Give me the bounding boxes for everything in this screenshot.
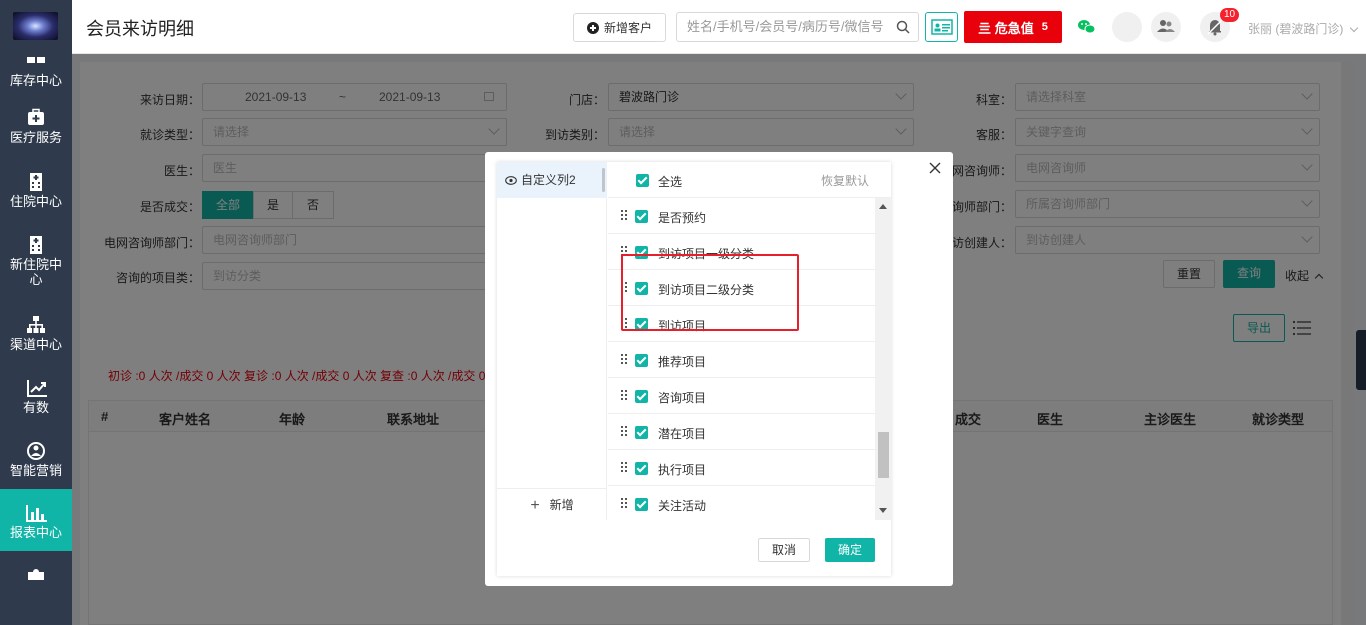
confirm-button[interactable]: 确定 <box>825 538 875 562</box>
dialog-body: 自定义列2 + 新增 全选 恢复默认 是否预约 到访项目一级分类 到访项目二级分类 到访… <box>497 162 891 576</box>
new-customer-label: 新增客户 <box>603 21 652 35</box>
eye-icon <box>505 163 517 199</box>
medical-kit-icon <box>26 108 46 128</box>
custom-columns-dialog: 自定义列2 + 新增 全选 恢复默认 是否预约 到访项目一级分类 到访项目二级分类 到访… <box>485 152 953 586</box>
select-all-row: 全选 恢复默认 <box>608 162 891 198</box>
search-input[interactable] <box>687 19 887 34</box>
users-icon[interactable] <box>1151 12 1181 42</box>
drag-handle-icon[interactable] <box>621 426 628 438</box>
hospital-icon <box>26 172 46 192</box>
grid-icon <box>27 53 45 63</box>
drag-handle-icon[interactable] <box>621 354 628 366</box>
critical-value-button[interactable]: 亖 危急值 5 <box>964 11 1062 43</box>
sidebar-item-medical[interactable]: 医疗服务 <box>0 108 72 170</box>
trend-chart-icon <box>26 378 47 398</box>
sidebar-item-label: 医疗服务 <box>9 130 62 145</box>
column-option-row[interactable]: 潜在项目 <box>608 414 875 450</box>
column-checkbox[interactable] <box>635 498 648 511</box>
column-checkbox[interactable] <box>635 354 648 367</box>
sidebar-item-new-inpatient[interactable]: 新住院中心 <box>0 235 72 301</box>
hospital-building-icon <box>26 235 46 255</box>
sidebar-item-data[interactable]: 有数 <box>0 378 72 440</box>
plus-circle-icon <box>586 21 599 34</box>
new-customer-button[interactable]: 新增客户 <box>573 13 666 42</box>
view-scroll-indicator <box>602 168 605 192</box>
drag-handle-icon[interactable] <box>621 498 628 510</box>
wechat-icon[interactable] <box>1072 12 1102 42</box>
puzzle-icon[interactable] <box>26 566 46 582</box>
drag-handle-icon[interactable] <box>621 462 628 474</box>
column-option-label: 是否预约 <box>658 211 707 225</box>
id-card-icon <box>931 19 953 38</box>
bar-chart-icon <box>26 503 47 523</box>
column-option-label: 执行项目 <box>658 463 707 477</box>
select-all-label: 全选 <box>658 175 683 189</box>
plus-icon: + <box>530 497 540 514</box>
user-name: 张丽 (碧波路门诊) <box>1248 22 1344 36</box>
view-item[interactable]: 自定义列2 <box>497 162 607 198</box>
sidebar-item-inpatient[interactable]: 住院中心 <box>0 172 72 234</box>
scroll-up-arrow[interactable] <box>879 204 887 209</box>
top-header: 会员来访明细 新增客户 亖 危急值 5 10 张丽 (碧波路门诊) <box>72 0 1366 54</box>
select-all-checkbox[interactable] <box>636 174 649 187</box>
highlight-annotation <box>621 254 799 331</box>
alert-icon: 亖 <box>978 20 992 36</box>
user-menu[interactable]: 张丽 (碧波路门诊) <box>1248 20 1358 37</box>
column-option-label: 关注活动 <box>658 499 707 513</box>
view-list: 自定义列2 + 新增 <box>497 162 607 520</box>
column-option-row[interactable]: 执行项目 <box>608 450 875 486</box>
column-option-label: 推荐项目 <box>658 355 707 369</box>
notification-badge: 10 <box>1220 8 1240 22</box>
drag-handle-icon[interactable] <box>621 390 628 402</box>
id-card-button[interactable] <box>925 12 958 42</box>
cancel-button[interactable]: 取消 <box>758 538 810 562</box>
chevron-down-icon <box>1349 23 1358 33</box>
close-icon[interactable] <box>929 162 941 177</box>
column-checkbox[interactable] <box>635 426 648 439</box>
add-view-button[interactable]: + 新增 <box>497 488 607 520</box>
drag-handle-icon[interactable] <box>621 210 628 222</box>
view-name: 自定义列2 <box>521 173 576 187</box>
column-option-row[interactable]: 推荐项目 <box>608 342 875 378</box>
sidebar-item-label: 住院中心 <box>9 194 62 209</box>
column-checkbox[interactable] <box>635 390 648 403</box>
org-chart-icon <box>26 315 46 335</box>
marketing-icon <box>26 441 46 461</box>
sidebar-item-label: 智能营销 <box>9 463 62 478</box>
scroll-thumb[interactable] <box>878 432 889 478</box>
column-option-row[interactable]: 是否预约 <box>608 198 875 234</box>
sidebar: 库存中心 医疗服务 住院中心 新住院中心 渠道中心 有数 智能营销 报表中心 <box>0 0 72 625</box>
column-checkbox[interactable] <box>635 462 648 475</box>
app-logo[interactable] <box>13 12 58 40</box>
column-list-scrollbar[interactable] <box>875 198 891 520</box>
sidebar-item-label: 有数 <box>22 400 49 415</box>
sidebar-item-reports[interactable]: 报表中心 <box>0 489 72 551</box>
avatar[interactable] <box>1112 12 1142 42</box>
column-list: 是否预约 到访项目一级分类 到访项目二级分类 到访项目 推荐项目 咨询项目 潜在项目 执行项目… <box>608 198 875 520</box>
restore-default-link[interactable]: 恢复默认 <box>821 172 869 189</box>
sidebar-item-label: 渠道中心 <box>9 337 62 352</box>
sidebar-item-label: 新住院中心 <box>9 257 62 287</box>
column-option-row[interactable]: 关注活动 <box>608 486 875 520</box>
sidebar-item-label: 库存中心 <box>9 73 62 88</box>
critical-value-count: 5 <box>1041 21 1048 33</box>
column-option-label: 咨询项目 <box>658 391 707 405</box>
search-box <box>676 12 919 42</box>
sidebar-item-inventory[interactable]: 库存中心 <box>0 68 72 94</box>
sidebar-item-channel[interactable]: 渠道中心 <box>0 315 72 377</box>
column-checkbox[interactable] <box>635 210 648 223</box>
scroll-down-arrow[interactable] <box>879 508 887 513</box>
add-view-label: 新增 <box>549 498 574 512</box>
critical-value-label: 亖 危急值 <box>978 20 1034 36</box>
sidebar-item-label: 报表中心 <box>9 525 62 540</box>
search-icon[interactable] <box>896 20 910 37</box>
column-option-row[interactable]: 咨询项目 <box>608 378 875 414</box>
page-title: 会员来访明细 <box>86 19 194 39</box>
column-option-label: 潜在项目 <box>658 427 707 441</box>
column-list-panel: 全选 恢复默认 是否预约 到访项目一级分类 到访项目二级分类 到访项目 推荐项目 咨询项目… <box>608 162 891 520</box>
